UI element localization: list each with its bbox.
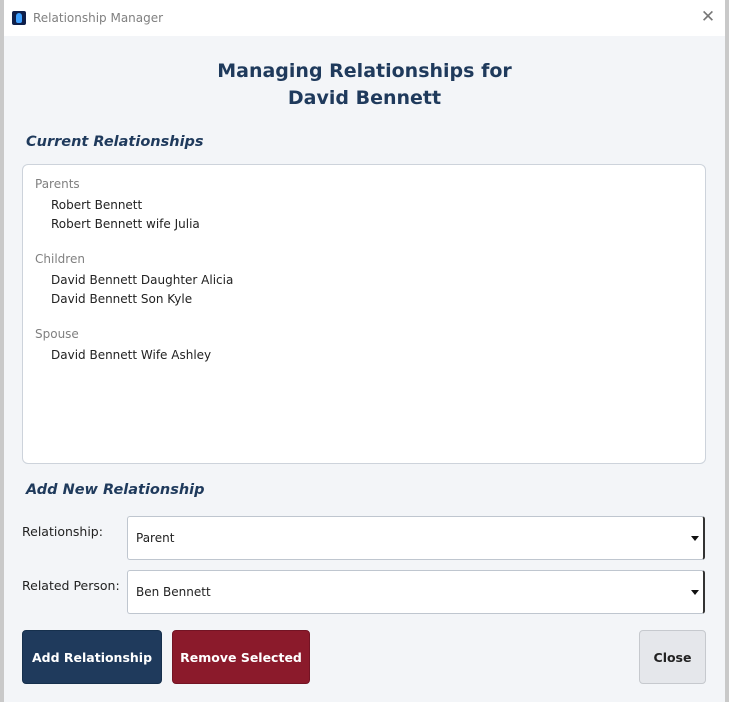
chevron-down-icon xyxy=(691,590,699,595)
list-item[interactable]: Robert Bennett xyxy=(35,196,705,215)
relationship-group: Spouse David Bennett Wife Ashley xyxy=(35,327,705,365)
list-item[interactable]: David Bennett Son Kyle xyxy=(35,290,705,309)
remove-selected-button[interactable]: Remove Selected xyxy=(172,630,310,684)
list-item[interactable]: Robert Bennett wife Julia xyxy=(35,215,705,234)
app-icon xyxy=(12,11,26,25)
current-relationships-heading: Current Relationships xyxy=(26,134,204,150)
chevron-down-icon xyxy=(691,536,699,541)
relationship-group-title: Children xyxy=(35,252,85,266)
list-item[interactable]: David Bennett Daughter Alicia xyxy=(35,271,705,290)
related-person-select[interactable]: Ben Bennett xyxy=(127,570,705,614)
relationship-manager-window: Relationship Manager ✕ Managing Relation… xyxy=(0,0,729,702)
close-icon[interactable]: ✕ xyxy=(699,8,717,26)
add-relationship-heading: Add New Relationship xyxy=(26,482,205,498)
page-title-line2: David Bennett xyxy=(287,87,442,109)
relationship-group-title: Parents xyxy=(35,177,80,191)
close-button[interactable]: Close xyxy=(639,630,706,684)
relationships-list[interactable]: Parents Robert Bennett Robert Bennett wife… xyxy=(22,164,706,464)
window-title: Relationship Manager xyxy=(33,11,164,25)
relationship-group-title: Spouse xyxy=(35,327,79,341)
list-item[interactable]: David Bennett Wife Ashley xyxy=(35,346,705,365)
related-person-label: Related Person: xyxy=(22,578,120,593)
relationship-select-value: Parent xyxy=(136,531,175,545)
page-title: Managing Relationships for David Bennett xyxy=(4,58,725,112)
relationship-label: Relationship: xyxy=(22,524,103,539)
related-person-select-value: Ben Bennett xyxy=(136,585,211,599)
relationship-select[interactable]: Parent xyxy=(127,516,705,560)
page-title-line1: Managing Relationships for xyxy=(217,60,512,82)
title-bar: Relationship Manager ✕ xyxy=(4,0,725,36)
relationship-group: Children David Bennett Daughter Alicia Dav… xyxy=(35,252,705,309)
add-relationship-button[interactable]: Add Relationship xyxy=(22,630,162,684)
relationship-group: Parents Robert Bennett Robert Bennett wife… xyxy=(35,177,705,234)
